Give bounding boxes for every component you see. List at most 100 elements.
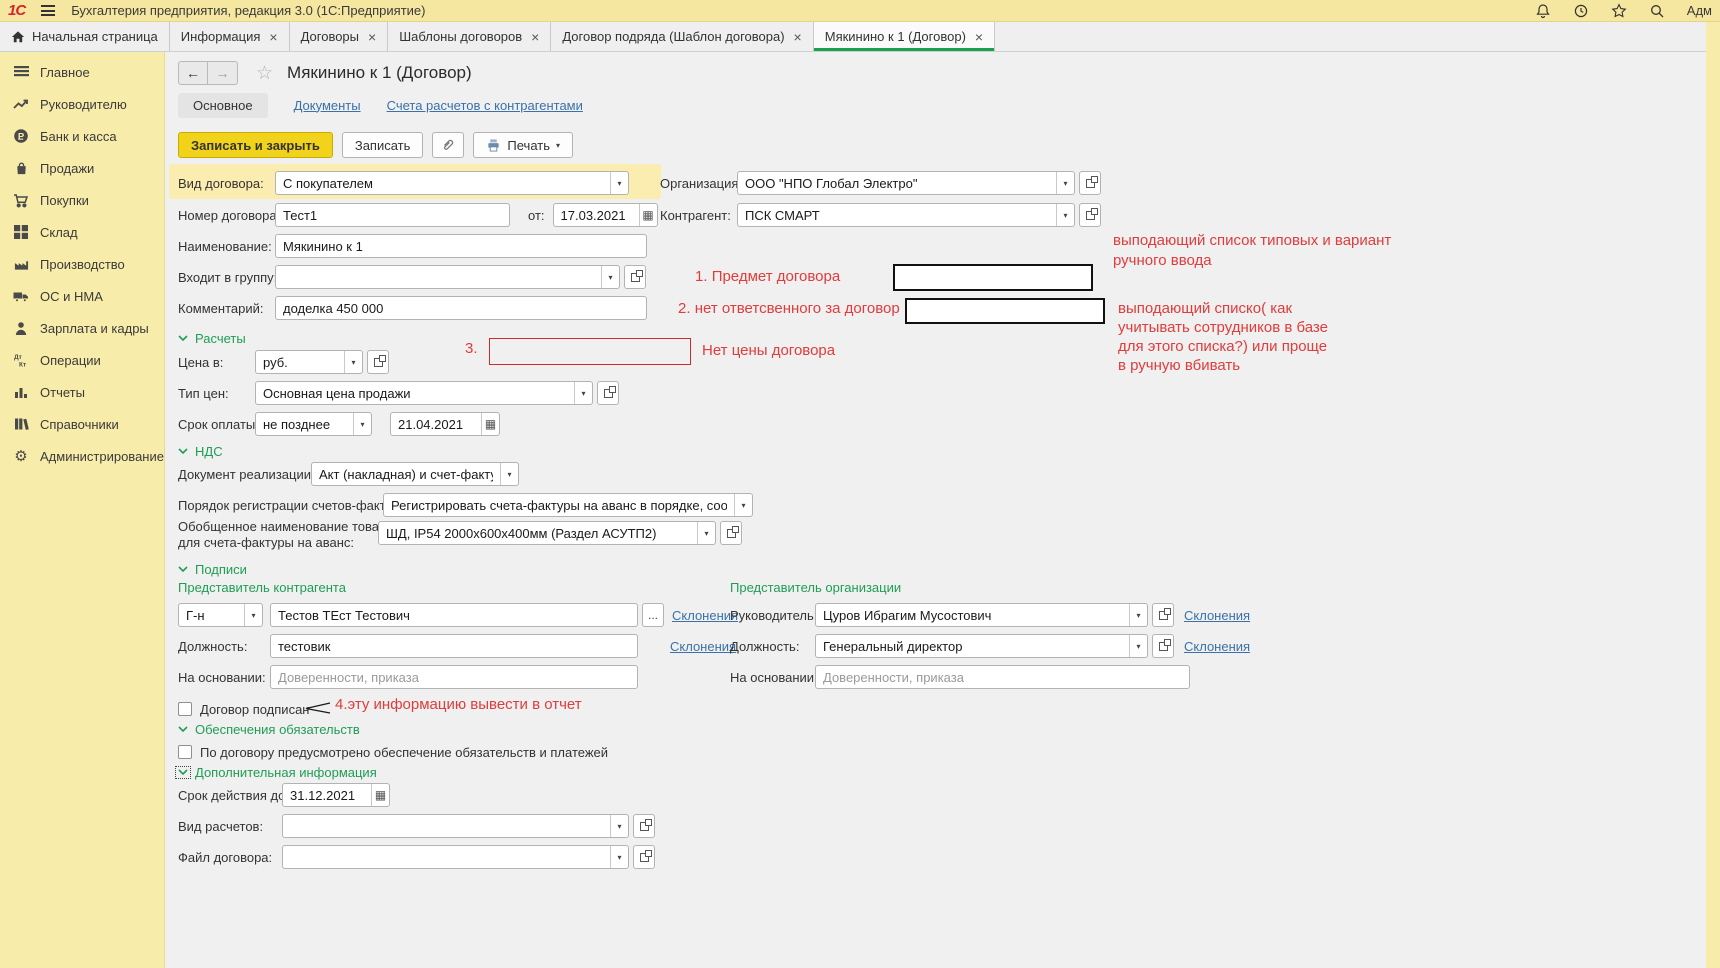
main-menu-icon[interactable] (41, 5, 55, 16)
app-title: Бухгалтерия предприятия, редакция 3.0 (1… (71, 3, 425, 18)
section-extra-info[interactable]: Дополнительная информация (178, 763, 377, 781)
user-name[interactable]: Адм (1687, 3, 1712, 18)
rep-basis-field[interactable] (270, 665, 638, 689)
group-field[interactable]: ▾ (275, 265, 620, 289)
declension-link[interactable]: Склонения (1184, 639, 1250, 654)
tab-close-icon[interactable]: × (531, 30, 539, 44)
open-button[interactable] (1152, 603, 1174, 627)
payment-date-field[interactable]: ▦ (390, 412, 500, 436)
generic-goods-field[interactable]: ▾ (378, 521, 716, 545)
favorites-star-icon[interactable] (1611, 3, 1627, 19)
org-position-field[interactable]: ▾ (815, 634, 1148, 658)
sidebar-item-os-nma[interactable]: ОС и НМА (0, 280, 164, 312)
sidebar-item-sales[interactable]: Продажи (0, 152, 164, 184)
back-button[interactable]: ← (178, 61, 208, 85)
rep-name-field[interactable] (270, 603, 638, 627)
open-button[interactable] (367, 350, 389, 374)
notifications-bell-icon[interactable] (1535, 3, 1551, 19)
save-close-button[interactable]: Записать и закрыть (178, 132, 333, 158)
print-button[interactable]: Печать ▾ (473, 132, 573, 158)
sidebar-item-salary-hr[interactable]: Зарплата и кадры (0, 312, 164, 344)
open-button[interactable] (597, 381, 619, 405)
open-button[interactable] (633, 814, 655, 838)
signed-checkbox[interactable] (178, 702, 192, 716)
contract-number-field[interactable] (275, 203, 510, 227)
price-type-field[interactable]: ▾ (255, 381, 593, 405)
comment-field[interactable] (275, 296, 647, 320)
tab-close-icon[interactable]: × (269, 30, 277, 44)
open-button[interactable] (1079, 171, 1101, 195)
section-calculations[interactable]: Расчеты (178, 329, 246, 347)
save-button[interactable]: Записать (342, 132, 424, 158)
open-button[interactable] (624, 265, 646, 289)
tab-close-icon[interactable]: × (975, 30, 983, 44)
salutation-field[interactable]: ▾ (178, 603, 263, 627)
tab-contracts[interactable]: Договоры × (290, 22, 389, 51)
invoice-registration-field[interactable]: ▾ (383, 493, 753, 517)
organization-field[interactable]: ▾ (737, 171, 1075, 195)
section-obligations[interactable]: Обеспечения обязательств (178, 720, 360, 738)
dropdown-icon: ▾ (574, 382, 592, 404)
tab-close-icon[interactable]: × (368, 30, 376, 44)
tab-home[interactable]: Начальная страница (0, 22, 170, 51)
tab-info[interactable]: Информация × (170, 22, 290, 51)
chevron-down-icon (178, 448, 188, 455)
declension-link[interactable]: Склонения (1184, 608, 1250, 623)
open-button[interactable] (720, 521, 742, 545)
history-icon[interactable] (1573, 3, 1589, 19)
nav-documents[interactable]: Документы (294, 98, 361, 113)
org-basis-field[interactable] (815, 665, 1190, 689)
name-field[interactable] (275, 234, 647, 258)
printer-icon (486, 138, 501, 152)
section-vat[interactable]: НДС (178, 442, 223, 460)
contract-type-field[interactable]: ▾ (275, 171, 629, 195)
declension-link[interactable]: Склонения (670, 639, 736, 654)
tab-contract-myakinino[interactable]: Мякинино к 1 (Договор) × (814, 22, 995, 51)
calendar-icon: ▦ (371, 784, 389, 806)
favorite-star-icon[interactable]: ☆ (256, 62, 273, 85)
rep-position-field[interactable] (270, 634, 638, 658)
dropdown-icon: ▾ (1056, 204, 1074, 226)
sidebar-item-reports[interactable]: Отчеты (0, 376, 164, 408)
attach-paperclip-button[interactable] (432, 132, 464, 158)
tab-contract-template-doc[interactable]: Договор подряда (Шаблон договора) × (551, 22, 813, 51)
search-icon[interactable] (1649, 3, 1665, 19)
open-button[interactable] (1152, 634, 1174, 658)
sidebar-item-administration[interactable]: ⚙ Администрирование (0, 440, 164, 472)
annotation-1: 1. Предмет договора (695, 268, 840, 285)
counterparty-field[interactable]: ▾ (737, 203, 1075, 227)
ellipsis-button[interactable]: ... (642, 603, 664, 627)
tab-label: Договоры (301, 29, 359, 44)
chevron-down-icon (178, 769, 188, 776)
tab-close-icon[interactable]: × (794, 30, 802, 44)
sidebar-item-directories[interactable]: Справочники (0, 408, 164, 440)
declension-link[interactable]: Склонения (672, 608, 738, 623)
tab-contract-templates[interactable]: Шаблоны договоров × (388, 22, 551, 51)
sidebar-item-warehouse[interactable]: Склад (0, 216, 164, 248)
sidebar-item-main[interactable]: Главное (0, 56, 164, 88)
ruble-coin-icon: Р (12, 128, 30, 144)
sidebar-item-production[interactable]: Производство (0, 248, 164, 280)
counterparty-rep-header: Представитель контрагента (178, 580, 346, 595)
sidebar-item-bank-cash[interactable]: Р Банк и касса (0, 120, 164, 152)
dropdown-icon: ▾ (1129, 604, 1147, 626)
currency-field[interactable]: ▾ (255, 350, 363, 374)
contract-date-field[interactable]: ▦ (553, 203, 658, 227)
secured-checkbox[interactable] (178, 745, 192, 759)
sidebar-item-purchases[interactable]: Покупки (0, 184, 164, 216)
contract-file-field[interactable]: ▾ (282, 845, 629, 869)
payment-term-field[interactable]: ▾ (255, 412, 372, 436)
open-button[interactable] (1079, 203, 1101, 227)
calc-kind-field[interactable]: ▾ (282, 814, 629, 838)
sidebar-item-manager[interactable]: Руководителю (0, 88, 164, 120)
forward-button[interactable]: → (208, 61, 238, 85)
open-button[interactable] (633, 845, 655, 869)
valid-until-field[interactable]: ▦ (282, 783, 390, 807)
sidebar-item-operations[interactable]: ДтКт Операции (0, 344, 164, 376)
nav-main[interactable]: Основное (178, 93, 268, 118)
section-signatures[interactable]: Подписи (178, 560, 247, 578)
sale-doc-field[interactable]: ▾ (311, 462, 519, 486)
head-field[interactable]: ▾ (815, 603, 1148, 627)
right-panel-strip (1706, 22, 1720, 968)
nav-accounts[interactable]: Счета расчетов с контрагентами (387, 98, 583, 113)
